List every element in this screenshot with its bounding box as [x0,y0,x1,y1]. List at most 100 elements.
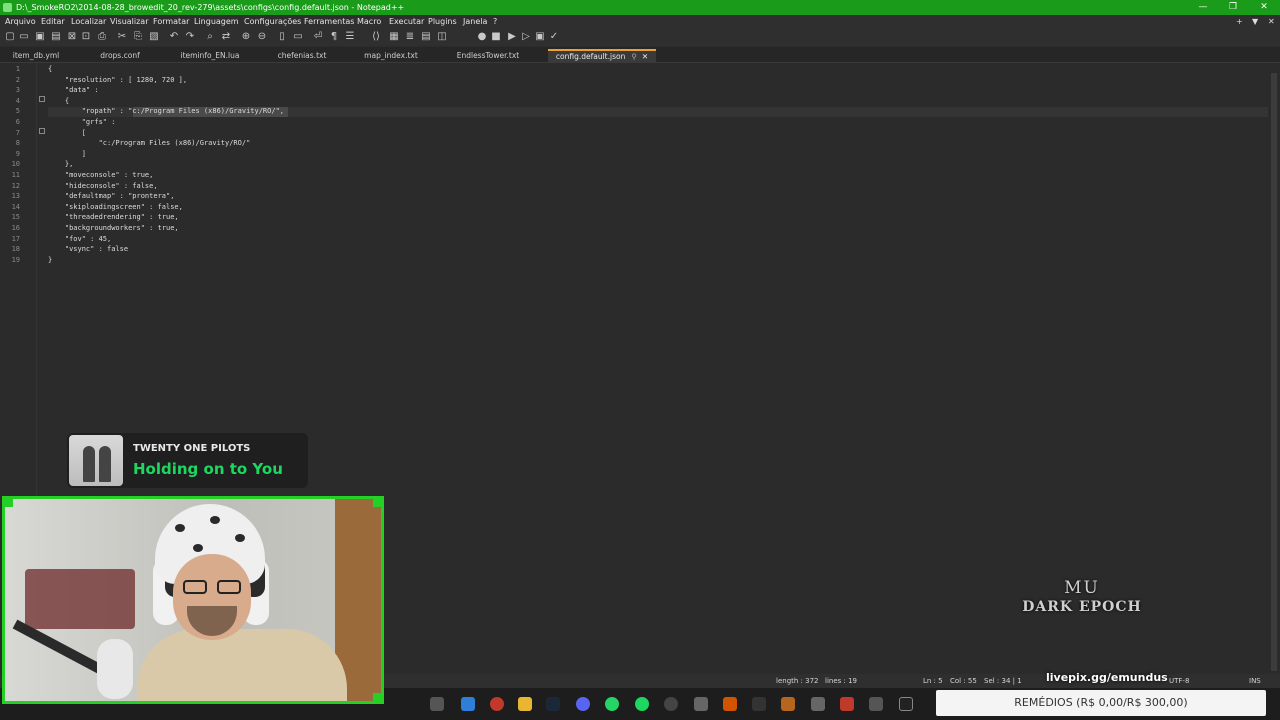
app-icon[interactable] [781,697,795,711]
cut-icon[interactable]: ✂ [116,31,128,43]
play-icon[interactable]: ▶ [506,31,518,43]
spotify-icon[interactable] [635,697,649,711]
word-wrap-icon[interactable]: ⏎ [312,31,324,43]
save-all-icon[interactable]: ▤ [50,31,62,43]
close-icon[interactable]: ⊠ [66,31,78,43]
fold-toggle-icon[interactable] [39,128,45,134]
minimize-button[interactable]: — [1190,0,1216,15]
code-line[interactable]: "moveconsole" : true, [48,171,154,179]
sync-h-icon[interactable]: ▭ [292,31,304,43]
code-line[interactable]: "threadedrendering" : true, [48,213,179,221]
app-icon[interactable] [723,697,737,711]
menu-executar[interactable]: Executar [389,15,424,28]
code-line[interactable]: } [48,256,52,264]
folder-icon[interactable] [518,697,532,711]
code-line[interactable]: { [48,97,69,105]
menu-arquivo[interactable]: Arquivo [5,15,36,28]
app-icon[interactable] [869,697,883,711]
vertical-scrollbar[interactable] [1268,63,1280,673]
close-window-button[interactable]: ✕ [1251,0,1277,15]
new-file-icon[interactable]: ▢ [4,31,16,43]
code-line[interactable]: "backgroundworkers" : true, [48,224,179,232]
lang-icon[interactable]: ⟨⟩ [370,31,382,43]
code-line[interactable]: "skiploadingscreen" : false, [48,203,183,211]
menu-ferramentas[interactable]: Ferramentas [304,15,354,28]
code-line[interactable]: ] [48,150,86,158]
sync-v-icon[interactable]: ▯ [276,31,288,43]
paste-icon[interactable]: ▧ [148,31,160,43]
print-icon[interactable]: ⎙ [96,31,108,43]
tab-iteminfo[interactable]: iteminfo_EN.lua [170,49,250,63]
replace-icon[interactable]: ⇄ [220,31,232,43]
whatsapp-icon[interactable] [605,697,619,711]
discord-icon[interactable] [576,697,590,711]
menu-linguagem[interactable]: Linguagem [194,15,239,28]
redo-icon[interactable]: ↷ [184,31,196,43]
show-all-chars-icon[interactable]: ¶ [328,31,340,43]
scrollbar-thumb[interactable] [1271,73,1277,671]
fold-toggle-icon[interactable] [39,96,45,102]
tab-config-default[interactable]: config.default.json ⚲ ✕ [548,49,656,63]
menu-formatar[interactable]: Formatar [153,15,189,28]
play-multi-icon[interactable]: ▷ [520,31,532,43]
pin-icon[interactable]: ⚲ [631,52,637,61]
save-icon[interactable]: ▣ [34,31,46,43]
menu-macro[interactable]: Macro [357,15,381,28]
close-tab-icon[interactable]: ✕ [642,52,648,61]
code-line[interactable]: [ [48,129,86,137]
menu-help[interactable]: ? [493,15,497,28]
spellcheck-icon[interactable]: ✓ [548,31,560,43]
store-icon[interactable] [461,697,475,711]
obs-icon[interactable] [664,697,678,711]
code-line[interactable]: "resolution" : [ 1280, 720 ], [48,76,187,84]
steam-icon[interactable] [546,697,560,711]
menu-visualizar[interactable]: Visualizar [110,15,149,28]
close-all-icon[interactable]: ⊡ [80,31,92,43]
code-line[interactable]: "vsync" : false [48,245,128,253]
code-line[interactable]: "hideconsole" : false, [48,182,158,190]
settings-icon[interactable] [694,697,708,711]
tab-chefenias[interactable]: chefenias.txt [266,49,338,63]
record-icon[interactable]: ● [476,31,488,43]
func-list-icon[interactable]: ≣ [404,31,416,43]
monitor-icon[interactable]: ◫ [436,31,448,43]
app-icon[interactable] [811,697,825,711]
new-tab-icon[interactable]: + [1236,15,1243,28]
tab-endless-tower[interactable]: EndlessTower.txt [448,49,528,63]
tab-list-icon[interactable]: ▼ [1252,15,1258,28]
opera-icon[interactable] [490,697,504,711]
undo-icon[interactable]: ↶ [168,31,180,43]
maximize-button[interactable]: ❐ [1220,0,1246,15]
code-line[interactable]: "fov" : 45, [48,235,111,243]
menu-editar[interactable]: Editar [41,15,65,28]
zoom-in-icon[interactable]: ⊕ [240,31,252,43]
task-view-icon[interactable] [430,697,444,711]
tab-item-db[interactable]: item_db.yml [0,49,72,63]
tab-map-index[interactable]: map_index.txt [354,49,428,63]
code-line[interactable]: "grfs" : [48,118,116,126]
menu-janela[interactable]: Janela [463,15,487,28]
code-line[interactable]: "defaultmap" : "prontera", [48,192,175,200]
close-doc-icon[interactable]: ✕ [1268,15,1275,28]
tab-drops[interactable]: drops.conf [84,49,156,63]
code-line[interactable]: "ropath" : "c:/Program Files (x86)/Gravi… [48,107,284,115]
status-mode[interactable]: INS [1249,674,1261,688]
open-file-icon[interactable]: ▭ [18,31,30,43]
menu-configuracoes[interactable]: Configurações [244,15,301,28]
save-macro-icon[interactable]: ▣ [534,31,546,43]
indent-guide-icon[interactable]: ☰ [344,31,356,43]
menu-plugins[interactable]: Plugins [428,15,457,28]
zoom-out-icon[interactable]: ⊖ [256,31,268,43]
copy-icon[interactable]: ⎘ [132,31,144,43]
folder-workspace-icon[interactable]: ▤ [420,31,432,43]
doc-map-icon[interactable]: ▦ [388,31,400,43]
menu-localizar[interactable]: Localizar [71,15,106,28]
code-line[interactable]: { [48,65,52,73]
code-line[interactable]: "c:/Program Files (x86)/Gravity/RO/" [48,139,251,147]
stop-icon[interactable]: ■ [490,31,502,43]
app-icon[interactable] [752,697,766,711]
code-line[interactable]: }, [48,160,73,168]
find-icon[interactable]: ⌕ [204,31,216,43]
code-line[interactable]: "data" : [48,86,99,94]
terminal-icon[interactable] [899,697,913,711]
